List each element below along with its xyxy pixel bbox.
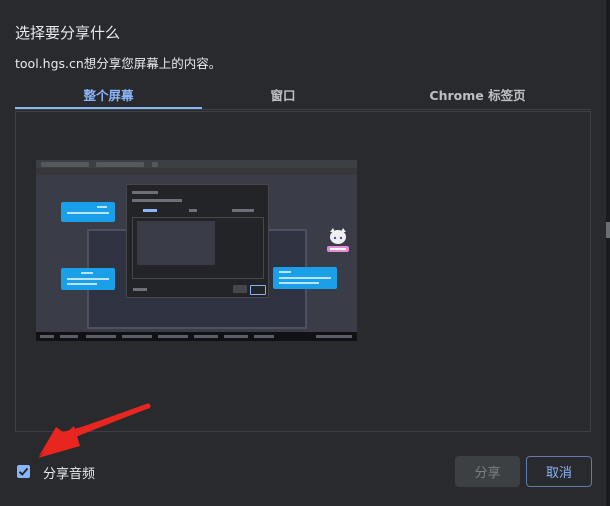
red-arrow-icon	[38, 403, 151, 458]
